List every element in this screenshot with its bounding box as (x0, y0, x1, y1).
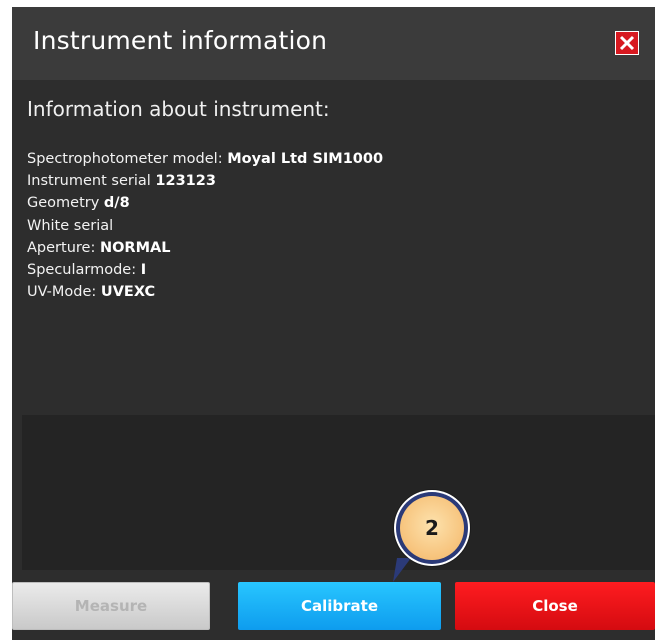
row-label: Instrument serial (27, 173, 156, 190)
row-value: NORMAL (99, 239, 171, 256)
info-row-white-serial: White serial (27, 215, 627, 237)
info-row-model: Spectrophotometer model: Moyal Ltd SIM10… (27, 148, 627, 170)
close-button[interactable]: Close (455, 582, 655, 630)
row-label: Spectrophotometer model: (27, 151, 228, 167)
step-marker-number: 2 (400, 496, 464, 560)
row-label: Specularmode: (27, 261, 141, 278)
calibrate-button-label: Calibrate (300, 597, 378, 615)
row-value: Moyal Ltd SIM1000 (227, 151, 384, 167)
close-x-glyph (619, 35, 635, 51)
calibrate-button[interactable]: Calibrate (238, 582, 441, 630)
info-row-aperture: Aperture: NORMAL (27, 237, 627, 259)
info-list: Spectrophotometer model: Moyal Ltd SIM10… (27, 148, 627, 303)
row-value: d/8 (103, 195, 130, 212)
info-row-uv-mode: UV-Mode: UVEXC (27, 281, 627, 303)
measure-button-label: Measure (74, 597, 148, 615)
button-bar: Measure Calibrate Close (12, 570, 655, 640)
row-value: I (140, 261, 147, 278)
dialog-title: Instrument information (33, 26, 328, 55)
close-button-label: Close (532, 597, 578, 615)
info-row-geometry: Geometry d/8 (27, 192, 627, 214)
info-row-specular-mode: Specularmode: I (27, 259, 627, 281)
step-marker-badge: 2 (394, 490, 470, 566)
row-label: White serial (27, 217, 114, 234)
row-label: UV-Mode: (27, 284, 101, 301)
results-panel (22, 415, 655, 578)
row-label: Aperture: (27, 239, 100, 256)
step-marker-ring: 2 (396, 492, 468, 564)
row-value: 123123 (155, 173, 216, 190)
measure-button[interactable]: Measure (12, 582, 210, 630)
row-label: Geometry (27, 195, 104, 212)
row-value: UVEXC (100, 284, 156, 301)
dialog-titlebar: Instrument information (12, 7, 655, 80)
instrument-dialog: Instrument information Information about… (12, 7, 655, 640)
info-row-serial: Instrument serial 123123 (27, 170, 627, 192)
section-title: Information about instrument: (27, 97, 330, 121)
close-icon[interactable] (615, 31, 639, 55)
